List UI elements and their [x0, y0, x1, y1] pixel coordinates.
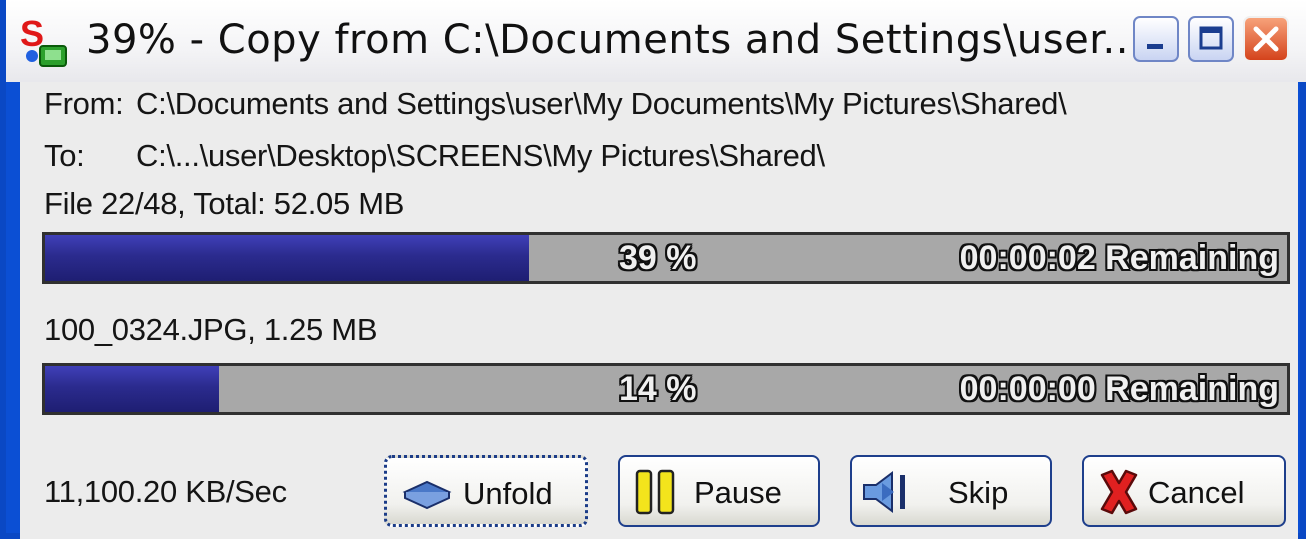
title-bar[interactable]: S 39% - Copy from C:\Documents and Setti…	[6, 0, 1306, 82]
total-progress-bar: 39 % 00:00:02 Remaining	[42, 232, 1290, 284]
close-button[interactable]	[1243, 16, 1289, 62]
copy-progress-window: S 39% - Copy from C:\Documents and Setti…	[0, 0, 1306, 539]
from-label: From:	[44, 86, 124, 121]
file-progress-bar: 14 % 00:00:00 Remaining	[42, 363, 1290, 415]
to-label: To:	[44, 138, 85, 173]
transfer-speed: 11,100.20 KB/Sec	[44, 474, 287, 509]
window-title: 39% - Copy from C:\Documents and Setting…	[86, 17, 1143, 63]
skip-label: Skip	[948, 475, 1009, 510]
file-count-status: File 22/48, Total: 52.05 MB	[44, 186, 405, 221]
minimize-button[interactable]	[1133, 16, 1179, 62]
maximize-button[interactable]	[1188, 16, 1234, 62]
dialog-body: From: C:\Documents and Settings\user\My …	[20, 82, 1298, 539]
file-progress-remaining: 00:00:00 Remaining	[959, 370, 1279, 408]
from-path: C:\Documents and Settings\user\My Docume…	[136, 86, 1067, 121]
pause-icon	[635, 469, 675, 515]
total-progress-remaining: 00:00:02 Remaining	[959, 239, 1279, 277]
close-icon	[1253, 26, 1279, 52]
current-file-label: 100_0324.JPG, 1.25 MB	[44, 312, 378, 347]
unfold-icon	[402, 480, 452, 510]
pause-label: Pause	[694, 475, 782, 510]
pause-button[interactable]: Pause	[618, 455, 820, 527]
unfold-button[interactable]: Unfold	[384, 455, 588, 527]
to-path: C:\...\user\Desktop\SCREENS\My Pictures\…	[136, 138, 825, 173]
unfold-label: Unfold	[463, 476, 553, 511]
file-progress-fill	[45, 366, 219, 412]
copy-app-icon: S	[20, 13, 67, 67]
cancel-icon	[1100, 469, 1138, 515]
maximize-icon	[1199, 26, 1223, 50]
total-progress-fill	[45, 235, 530, 281]
minimize-icon	[1147, 44, 1163, 49]
cancel-label: Cancel	[1148, 475, 1245, 510]
skip-icon	[863, 471, 905, 513]
skip-button[interactable]: Skip	[850, 455, 1052, 527]
file-progress-percent: 14 %	[619, 370, 697, 408]
cancel-button[interactable]: Cancel	[1082, 455, 1286, 527]
total-progress-percent: 39 %	[619, 239, 697, 277]
